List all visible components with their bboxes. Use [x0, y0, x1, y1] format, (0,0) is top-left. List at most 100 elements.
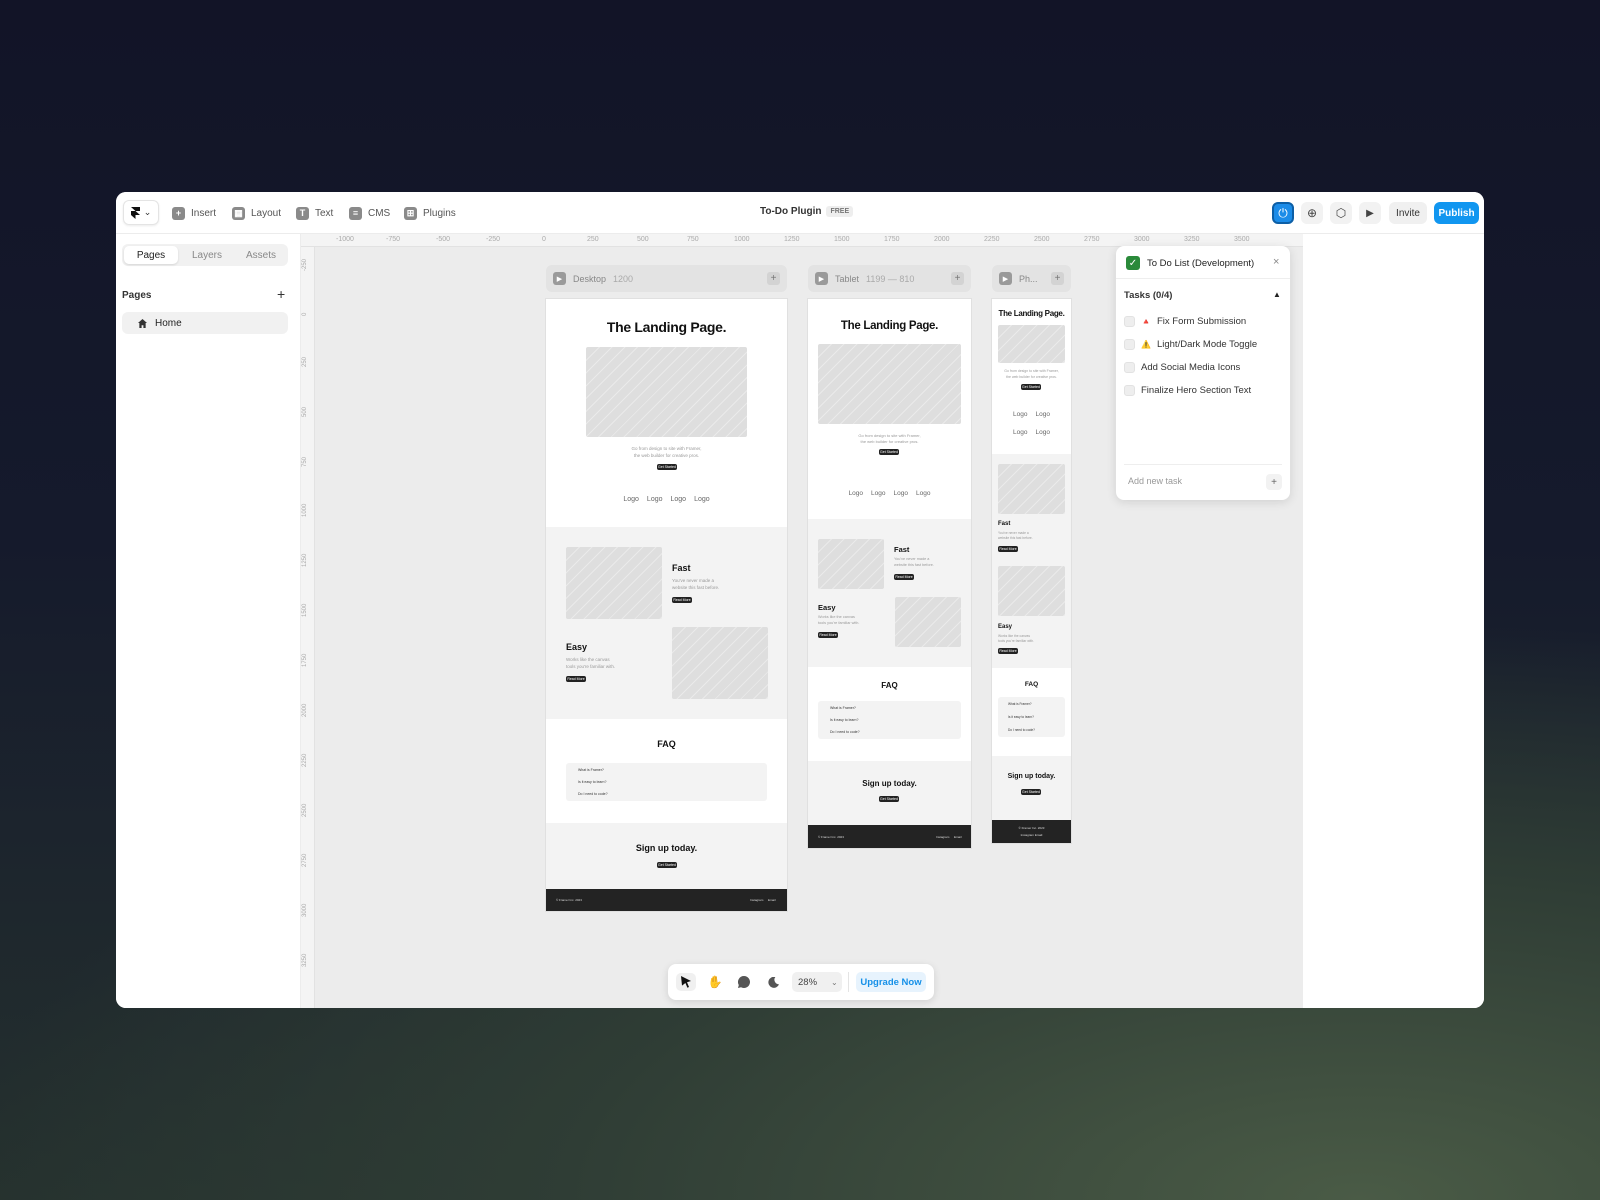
footer-link[interactable]: Instagram — [1021, 833, 1034, 837]
add-breakpoint-icon[interactable]: + — [767, 272, 780, 285]
add-task-input[interactable]: Add new task — [1128, 476, 1182, 486]
features-section: Fast You've never made a website this fa… — [808, 519, 971, 667]
faq-item[interactable]: Is it easy to learn? — [830, 718, 858, 722]
ruler-label: -1000 — [336, 236, 354, 243]
plugins-button[interactable]: ⊞ Plugins — [404, 204, 456, 222]
signup-button[interactable]: Get Started — [879, 796, 899, 802]
faq-item[interactable]: What is Framer? — [1008, 702, 1032, 706]
text-button[interactable]: T Text — [296, 204, 333, 222]
task-item[interactable]: 🔺 Fix Form Submission — [1124, 316, 1246, 327]
read-more-button[interactable]: Read More — [818, 632, 838, 638]
divider — [848, 972, 849, 992]
page-item-label: Home — [155, 317, 182, 329]
frame-desktop[interactable]: The Landing Page. Go from design to site… — [546, 299, 787, 911]
task-checkbox[interactable] — [1124, 339, 1135, 350]
upgrade-button[interactable]: Upgrade Now — [856, 972, 926, 992]
frame-name: Desktop — [573, 273, 607, 284]
frame-header-phone[interactable]: ▶ Ph... + — [992, 265, 1071, 292]
read-more-button[interactable]: Read More — [998, 546, 1018, 552]
frame-size: 1200 — [613, 273, 634, 284]
ruler-label: 2000 — [302, 703, 308, 717]
framer-menu-button[interactable]: ⌄ — [123, 200, 159, 225]
task-item[interactable]: Add Social Media Icons — [1124, 362, 1240, 373]
document-title[interactable]: To-Do Plugin FREE — [760, 206, 854, 217]
signup-section: Sign up today. Get Started — [546, 823, 787, 889]
tab-assets[interactable]: Assets — [234, 244, 288, 266]
insert-button[interactable]: + Insert — [172, 204, 216, 222]
gear-icon: ⬡ — [1335, 206, 1347, 220]
task-checkbox[interactable] — [1124, 316, 1135, 327]
frame-header-tablet[interactable]: ▶ Tablet 1199 — 810 + — [808, 265, 971, 292]
hero-cta-button[interactable]: Get Started — [879, 449, 899, 455]
task-item[interactable]: Finalize Hero Section Text — [1124, 385, 1251, 396]
faq-item[interactable]: Is it easy to learn? — [578, 780, 606, 784]
faq-item[interactable]: Is it easy to learn? — [1008, 715, 1034, 719]
zoom-value: 28% — [798, 976, 818, 988]
signup-button[interactable]: Get Started — [1021, 789, 1041, 795]
layout-button[interactable]: ▦ Layout — [232, 204, 281, 222]
frame-phone[interactable]: The Landing Page. Go from design to site… — [992, 299, 1071, 843]
footer-link[interactable]: Email — [768, 898, 776, 902]
add-task-button[interactable]: + — [1266, 474, 1282, 490]
faq-item[interactable]: What is Framer? — [578, 768, 604, 772]
preview-button[interactable]: ▶ — [1359, 202, 1381, 224]
invite-button[interactable]: Invite — [1389, 202, 1427, 224]
footer-link[interactable]: Instagram — [750, 898, 763, 902]
frame-header-desktop[interactable]: ▶ Desktop 1200 + — [546, 265, 787, 292]
task-checkbox[interactable] — [1124, 362, 1135, 373]
footer-copyright: © Framer Inc. 2023 — [556, 898, 582, 902]
task-item[interactable]: ⚠️ Light/Dark Mode Toggle — [1124, 339, 1257, 350]
feature-desc-line1: You've never made a — [672, 578, 714, 583]
hero-cta-button[interactable]: Get Started — [657, 464, 677, 470]
task-label: Finalize Hero Section Text — [1141, 385, 1252, 396]
tab-layers[interactable]: Layers — [180, 244, 234, 266]
ruler-label: 1750 — [302, 653, 308, 667]
signup-button[interactable]: Get Started — [657, 862, 677, 868]
divider — [1116, 278, 1290, 279]
publish-button[interactable]: Publish — [1434, 202, 1479, 224]
read-more-button[interactable]: Read More — [566, 676, 586, 682]
collapse-icon[interactable]: ▲ — [1273, 290, 1281, 299]
page-item-home[interactable]: Home — [122, 312, 288, 334]
moon-icon — [767, 976, 779, 988]
feature-title: Easy — [998, 624, 1013, 630]
add-breakpoint-icon[interactable]: + — [951, 272, 964, 285]
hero-image-placeholder — [818, 344, 961, 424]
power-icon: ⏻ — [1278, 205, 1288, 220]
comment-tool-button[interactable] — [734, 973, 754, 991]
todo-header: ✓ To Do List (Development) — [1126, 256, 1254, 270]
add-page-button[interactable]: + — [277, 286, 285, 302]
faq-item[interactable]: Do I need to code? — [578, 792, 608, 796]
footer-link[interactable]: Email — [1035, 833, 1043, 837]
cursor-icon — [681, 976, 691, 988]
site-settings-button[interactable]: ⊕ — [1301, 202, 1323, 224]
zoom-select[interactable]: 28% ⌄ — [792, 972, 842, 992]
task-checkbox[interactable] — [1124, 385, 1135, 396]
settings-button[interactable]: ⬡ — [1330, 202, 1352, 224]
hero-subtitle-line1: Go from design to site with Framer, — [1004, 369, 1059, 373]
faq-item[interactable]: Do I need to code? — [830, 730, 860, 734]
hero-image-placeholder — [586, 347, 747, 437]
tab-pages[interactable]: Pages — [124, 246, 178, 264]
read-more-button[interactable]: Read More — [998, 648, 1018, 654]
read-more-button[interactable]: Read More — [672, 597, 692, 603]
hand-tool-button[interactable]: ✋ — [705, 973, 725, 991]
faq-item[interactable]: What is Framer? — [830, 706, 856, 710]
insert-label: Insert — [191, 207, 217, 219]
footer-link[interactable]: Email — [954, 835, 962, 839]
frame-tablet[interactable]: The Landing Page. Go from design to site… — [808, 299, 971, 848]
features-section: Fast You've never made a website this fa… — [546, 527, 787, 719]
hero-cta-button[interactable]: Get Started — [1021, 384, 1041, 390]
hero-subtitle-line2: the web builder for creative pros. — [633, 453, 700, 458]
play-icon: ▶ — [1366, 207, 1374, 219]
add-breakpoint-icon[interactable]: + — [1051, 272, 1064, 285]
close-button[interactable]: × — [1273, 256, 1279, 268]
dark-mode-toggle[interactable] — [763, 973, 783, 991]
footer-link[interactable]: Instagram — [936, 835, 949, 839]
faq-item[interactable]: Do I need to code? — [1008, 728, 1035, 732]
read-more-button[interactable]: Read More — [894, 574, 914, 580]
plugins-label: Plugins — [423, 207, 456, 219]
cms-button[interactable]: ≡ CMS — [349, 204, 390, 222]
select-tool-button[interactable] — [676, 973, 696, 991]
plugin-power-button[interactable]: ⏻ — [1272, 202, 1294, 224]
